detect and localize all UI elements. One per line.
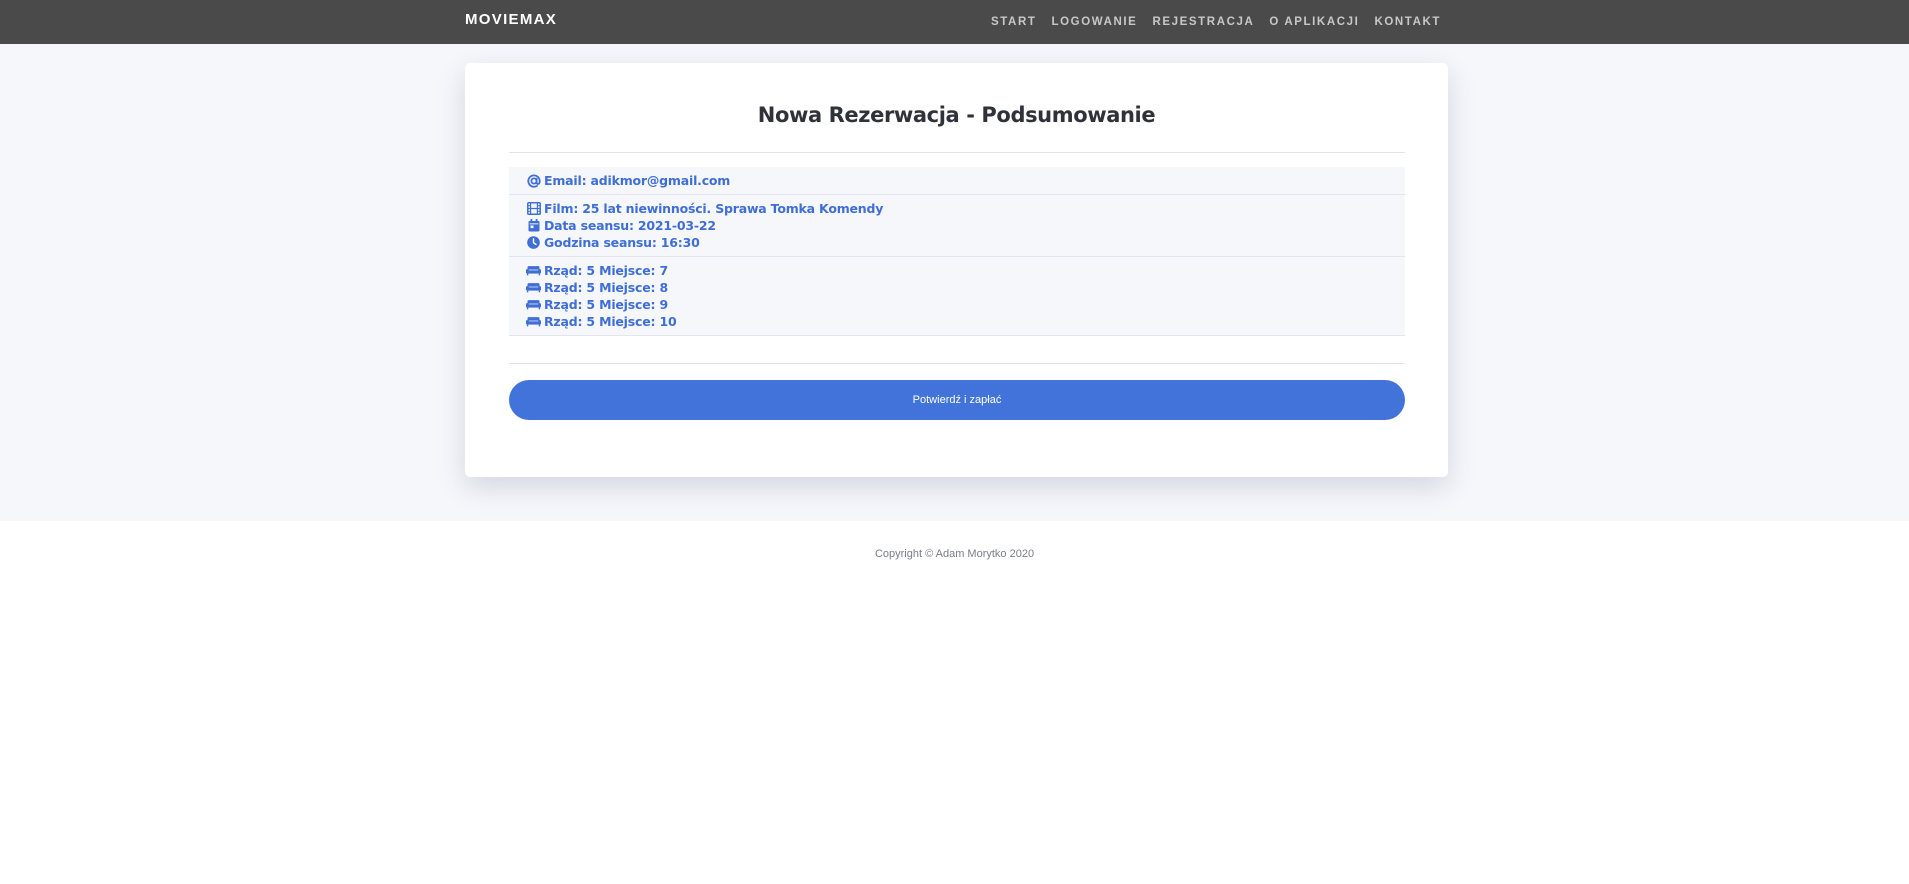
copyright-text: Copyright © Adam Morytko 2020 bbox=[874, 548, 1035, 560]
date-line: Data seansu: 2021-03-22 bbox=[526, 217, 1388, 234]
nav-link-rejestracja[interactable]: REJESTRACJA bbox=[1152, 2, 1254, 42]
seat-line: Rząd: 5 Miejsce: 9 bbox=[526, 296, 1388, 313]
film-icon bbox=[526, 202, 541, 216]
couch-icon bbox=[526, 315, 541, 329]
clock-icon bbox=[526, 236, 541, 250]
divider-bottom bbox=[509, 363, 1405, 364]
reservation-summary-card: Nowa Rezerwacja - Podsumowanie Email: ad… bbox=[465, 63, 1448, 477]
seat-text: Rząd: 5 Miejsce: 8 bbox=[544, 280, 668, 295]
top-navbar: MOVIEMAX START LOGOWANIE REJESTRACJA O A… bbox=[0, 0, 1909, 44]
nav-link-start[interactable]: START bbox=[991, 2, 1036, 42]
seat-line: Rząd: 5 Miejsce: 7 bbox=[526, 262, 1388, 279]
nav-link-o-aplikacji[interactable]: O APLIKACJI bbox=[1269, 2, 1359, 42]
email-line: Email: adikmor@gmail.com bbox=[526, 172, 1388, 189]
page-title: Nowa Rezerwacja - Podsumowanie bbox=[757, 103, 1156, 127]
footer: Copyright © Adam Morytko 2020 bbox=[0, 548, 1909, 560]
seats-group: Rząd: 5 Miejsce: 7 Rząd: 5 Miejsce: 8 Rz… bbox=[509, 257, 1405, 336]
email-text: Email: adikmor@gmail.com bbox=[544, 173, 731, 188]
seat-text: Rząd: 5 Miejsce: 10 bbox=[544, 314, 677, 329]
calendar-icon bbox=[526, 219, 541, 233]
nav-link-logowanie[interactable]: LOGOWANIE bbox=[1052, 2, 1138, 42]
couch-icon bbox=[526, 298, 541, 312]
time-text: Godzina seansu: 16:30 bbox=[544, 235, 700, 250]
seat-line: Rząd: 5 Miejsce: 8 bbox=[526, 279, 1388, 296]
divider-top bbox=[509, 152, 1405, 153]
film-text: Film: 25 lat niewinności. Sprawa Tomka K… bbox=[544, 201, 884, 216]
nav-link-kontakt[interactable]: KONTAKT bbox=[1374, 2, 1441, 42]
date-text: Data seansu: 2021-03-22 bbox=[544, 218, 716, 233]
email-group: Email: adikmor@gmail.com bbox=[509, 167, 1405, 195]
time-line: Godzina seansu: 16:30 bbox=[526, 234, 1388, 251]
screening-group: Film: 25 lat niewinności. Sprawa Tomka K… bbox=[509, 195, 1405, 257]
nav-links: START LOGOWANIE REJESTRACJA O APLIKACJI … bbox=[991, 0, 1441, 44]
couch-icon bbox=[526, 264, 541, 278]
summary-list: Email: adikmor@gmail.com Film: 25 lat ni… bbox=[509, 167, 1405, 336]
confirm-and-pay-button[interactable]: Potwierdź i zapłać bbox=[509, 380, 1405, 420]
at-icon bbox=[526, 173, 541, 188]
seat-line: Rząd: 5 Miejsce: 10 bbox=[526, 313, 1388, 330]
seat-text: Rząd: 5 Miejsce: 7 bbox=[544, 263, 668, 278]
seat-text: Rząd: 5 Miejsce: 9 bbox=[544, 297, 668, 312]
film-line: Film: 25 lat niewinności. Sprawa Tomka K… bbox=[526, 200, 1388, 217]
couch-icon bbox=[526, 281, 541, 295]
brand-logo-link[interactable]: MOVIEMAX bbox=[465, 0, 557, 44]
